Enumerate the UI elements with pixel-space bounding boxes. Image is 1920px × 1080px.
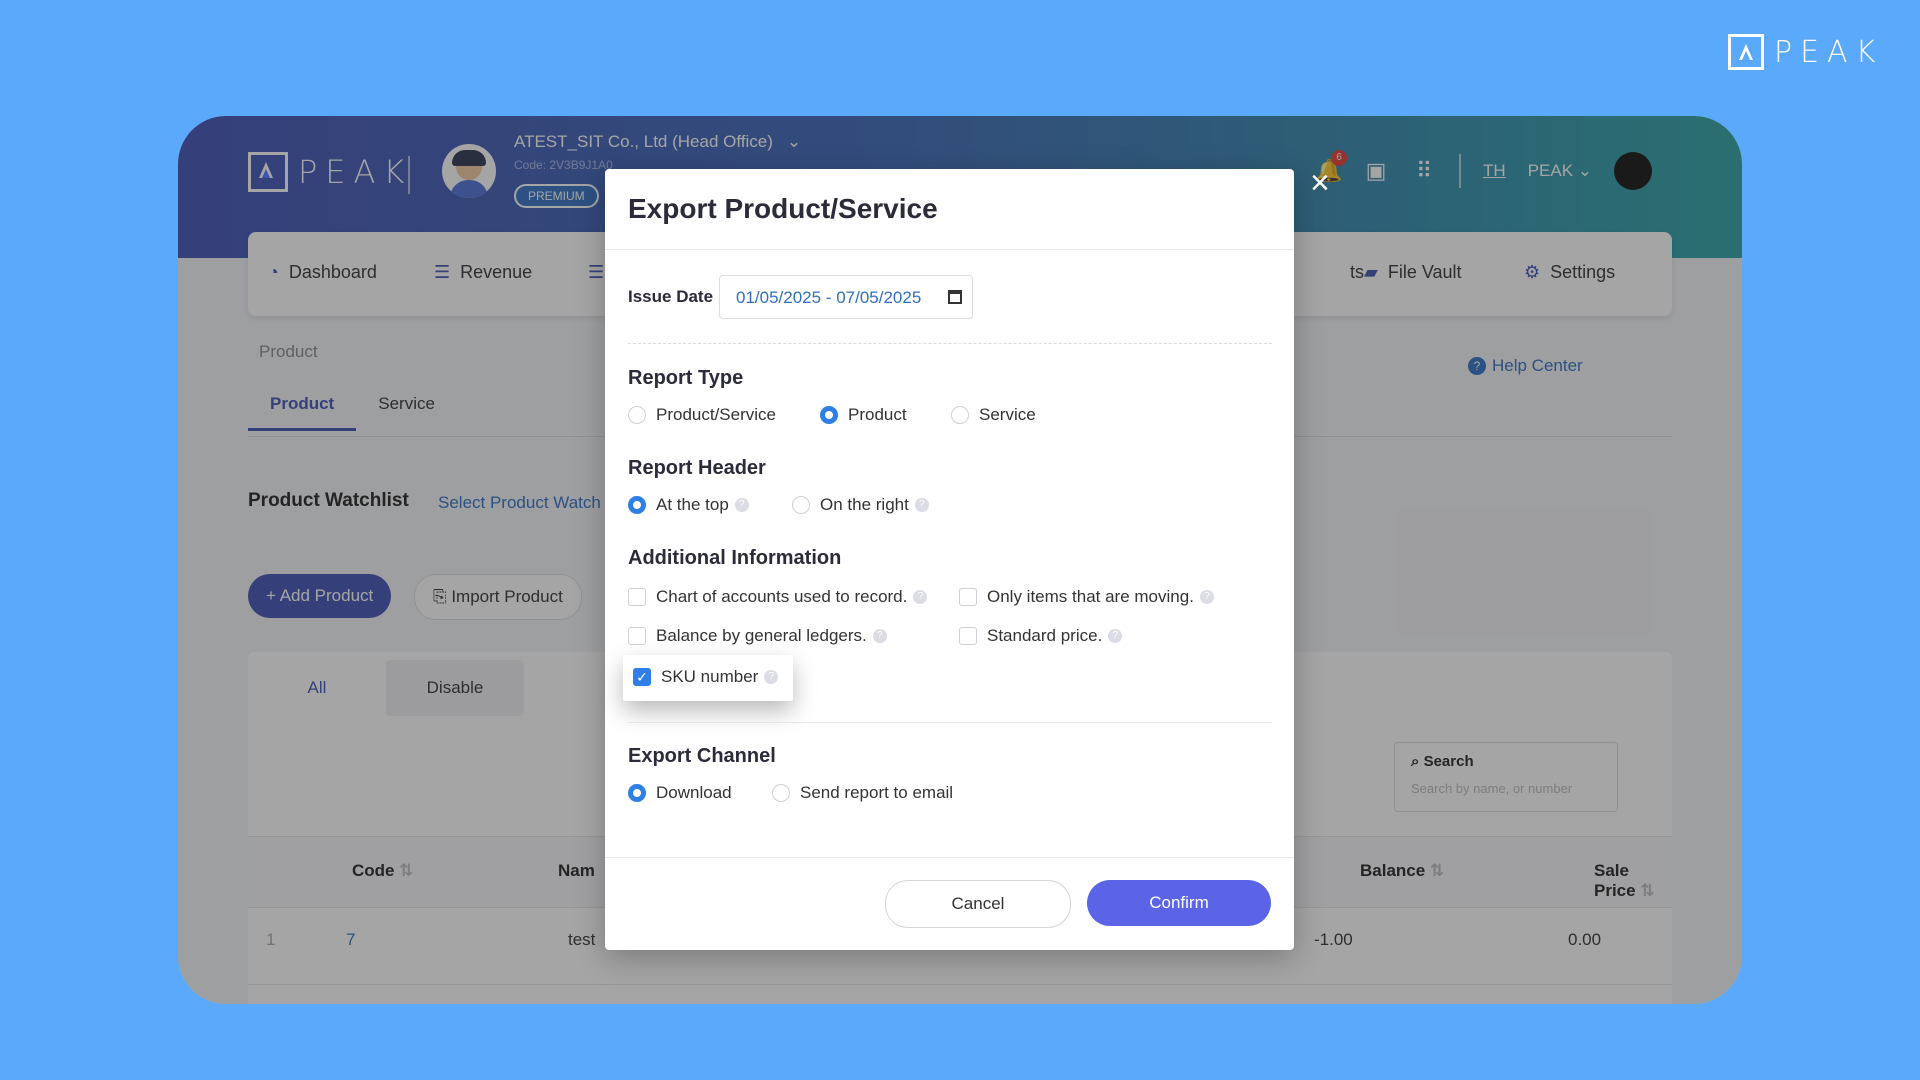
option-label: SKU number [661, 667, 759, 686]
peak-logo-icon [1728, 34, 1764, 70]
option-balance-by-ledgers[interactable]: Balance by general ledgers.? [628, 626, 887, 646]
checkbox-icon [959, 627, 977, 645]
option-label: Standard price. [987, 626, 1103, 645]
option-label: Only items that are moving. [987, 587, 1194, 606]
checkbox-icon [959, 588, 977, 606]
peak-brand-text: PEAK [1774, 34, 1884, 70]
help-icon[interactable]: ? [1108, 629, 1123, 643]
report-header-right[interactable]: On the right? [792, 495, 929, 515]
export-modal: Export Product/Service Issue Date 01/05/… [605, 169, 1294, 950]
report-type-title: Report Type [628, 367, 744, 389]
report-header-top[interactable]: At the top? [628, 495, 749, 515]
option-label: Chart of accounts used to record. [656, 587, 908, 606]
checkbox-icon [628, 588, 646, 606]
export-channel-title: Export Channel [628, 745, 776, 767]
report-header-title: Report Header [628, 457, 766, 479]
issue-date-value: 01/05/2025 - 07/05/2025 [736, 288, 922, 307]
help-icon[interactable]: ? [1199, 590, 1214, 604]
confirm-button[interactable]: Confirm [1087, 880, 1271, 926]
report-type-product-service[interactable]: Product/Service [628, 405, 776, 425]
option-standard-price[interactable]: Standard price.? [959, 626, 1123, 646]
radio-icon [792, 496, 810, 514]
divider [605, 249, 1294, 250]
checkbox-checked-icon: ✓ [633, 668, 651, 686]
help-icon[interactable]: ? [914, 498, 929, 512]
close-icon[interactable]: × [1310, 166, 1330, 200]
option-label: Product/Service [656, 405, 776, 424]
divider [628, 343, 1272, 344]
option-label: Product [848, 405, 907, 424]
option-label: On the right [820, 495, 909, 514]
radio-selected-icon [820, 406, 838, 424]
additional-info-title: Additional Information [628, 547, 842, 569]
export-channel-email[interactable]: Send report to email [772, 783, 953, 803]
help-icon[interactable]: ? [872, 629, 887, 643]
radio-icon [628, 406, 646, 424]
radio-selected-icon [628, 496, 646, 514]
help-icon[interactable]: ? [913, 590, 928, 604]
checkbox-icon [628, 627, 646, 645]
peak-brand-logo: PEAK [1728, 34, 1883, 70]
report-type-service[interactable]: Service [951, 405, 1036, 425]
option-chart-of-accounts[interactable]: Chart of accounts used to record.? [628, 587, 928, 607]
radio-icon [951, 406, 969, 424]
option-label: Service [979, 405, 1036, 424]
option-label: At the top [656, 495, 729, 514]
help-icon[interactable]: ? [734, 498, 749, 512]
issue-date-picker[interactable]: 01/05/2025 - 07/05/2025 [719, 275, 973, 319]
modal-title: Export Product/Service [628, 193, 938, 224]
option-label: Send report to email [800, 783, 954, 802]
option-sku-number[interactable]: ✓ SKU number? [633, 667, 779, 687]
radio-icon [772, 784, 790, 802]
issue-date-label: Issue Date [628, 287, 714, 306]
divider [628, 722, 1272, 723]
option-moving-items[interactable]: Only items that are moving.? [959, 587, 1214, 607]
cancel-button[interactable]: Cancel [885, 880, 1071, 928]
report-type-product[interactable]: Product [820, 405, 907, 425]
help-icon[interactable]: ? [764, 670, 779, 684]
export-channel-download[interactable]: Download [628, 783, 732, 803]
option-label: Download [656, 783, 732, 802]
divider [605, 857, 1294, 858]
option-label: Balance by general ledgers. [656, 626, 867, 645]
radio-selected-icon [628, 784, 646, 802]
calendar-icon [948, 290, 962, 304]
